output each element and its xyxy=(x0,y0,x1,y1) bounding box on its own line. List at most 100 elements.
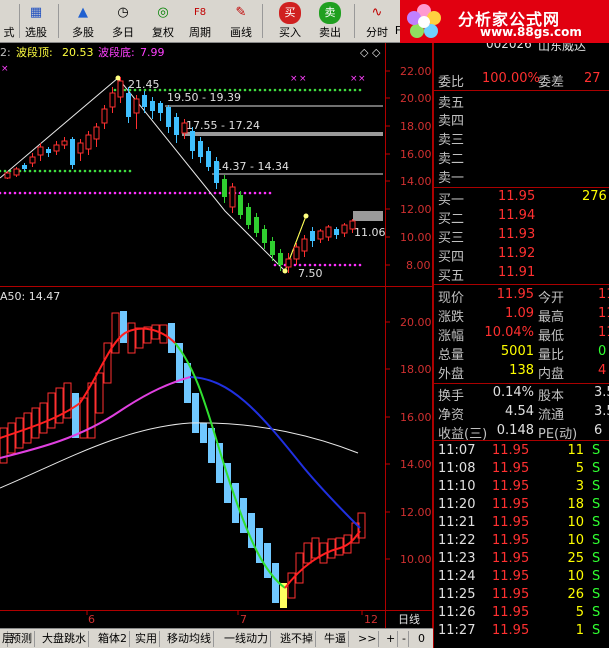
level-dot xyxy=(278,88,282,92)
formula-button[interactable]: 式 xyxy=(0,2,18,40)
level-dot xyxy=(223,88,227,92)
tick-row: 11:20 11.95 18 S xyxy=(434,497,609,515)
restore-rights-button[interactable]: ◎ 复权 xyxy=(146,2,180,40)
period-button[interactable]: F8 周期 xyxy=(186,2,214,40)
level-dot xyxy=(58,169,62,173)
tab-moving-average[interactable]: 移动均线 xyxy=(165,631,214,647)
zigzag-node xyxy=(282,268,288,274)
diamond-icon[interactable]: ◇ xyxy=(360,46,369,59)
tick-row: 11:10 11.95 3 S xyxy=(434,479,609,497)
annotation-7-50: 7.50 xyxy=(298,267,323,280)
level-dot xyxy=(93,191,97,195)
level-dot xyxy=(123,191,127,195)
step-block xyxy=(47,392,56,429)
intraday-button[interactable]: ∿ 分时 xyxy=(362,2,392,40)
candle-body xyxy=(293,246,300,260)
candle-body xyxy=(301,238,308,252)
tab-box2[interactable]: 箱体2 xyxy=(96,631,130,647)
level-dot xyxy=(28,169,32,173)
fundamental-row: 净资 4.54 流通 3.5 xyxy=(434,404,609,423)
tab-layer[interactable]: 层 xyxy=(0,631,13,647)
level-dot xyxy=(23,191,27,195)
level-dot xyxy=(173,88,177,92)
sell-5-row: 卖五 xyxy=(438,96,465,111)
reset-button[interactable]: 0 xyxy=(416,631,427,647)
level-dot xyxy=(93,169,97,173)
flower-logo-icon xyxy=(407,4,441,38)
ma-white-line xyxy=(0,422,359,489)
toolbar: 式 ▦ 选股 ▲ 多股 ◷ 多日 ◎ 复权 F8 周期 ✎ 画线 买买入 卖卖出 ∿ 分时 F… xyxy=(0,0,609,43)
level-dot xyxy=(193,191,197,195)
tick-time: 11:20 xyxy=(438,497,476,512)
tick-volume: 18 xyxy=(567,497,584,512)
level-dot xyxy=(123,169,127,173)
cross-markers: × × × × × xyxy=(1,64,366,84)
tab-practical[interactable]: 实用 xyxy=(133,631,160,647)
period-label[interactable]: 日线 xyxy=(398,612,420,626)
level-dot xyxy=(98,191,102,195)
stock-name: 山东威达 xyxy=(538,43,587,53)
tick-volume: 5 xyxy=(575,461,584,476)
level-dot xyxy=(343,88,347,92)
level-dot xyxy=(148,88,152,92)
level-dot xyxy=(193,88,197,92)
buy-3-row: 买三 11.93 xyxy=(434,227,609,246)
tab-more[interactable]: >> xyxy=(356,631,380,647)
price-tick: 16.00 xyxy=(400,148,432,161)
level-dot xyxy=(268,191,272,195)
tab-market-dive[interactable]: 大盘跳水 xyxy=(40,631,89,647)
level-dot xyxy=(203,88,207,92)
date-tick: 6 xyxy=(88,613,95,626)
mountain-icon: ▲ xyxy=(78,5,88,20)
tick-volume: 10 xyxy=(567,533,584,548)
stat-label: 收益(三) xyxy=(438,427,488,442)
candle-body xyxy=(53,144,60,152)
candle-body xyxy=(101,108,108,124)
multi-stock-button[interactable]: ▲ 多股 xyxy=(66,2,100,40)
tick-volume: 1 xyxy=(575,623,584,638)
candle-body xyxy=(238,195,243,215)
kline-chart[interactable]: 2: 波段顶: 20.53 波段底: 7.99 ◇ ◇ 22.00 20.00 … xyxy=(0,43,433,628)
level-dot xyxy=(348,88,352,92)
zoom-in-button[interactable]: + xyxy=(384,631,399,647)
level-dot xyxy=(173,191,177,195)
draw-line-button[interactable]: ✎ 画线 xyxy=(226,2,256,40)
tick-price: 11.95 xyxy=(492,443,530,458)
tops-value: 20.53 xyxy=(62,46,94,59)
upper-header-prefix: 2: xyxy=(0,46,11,59)
level-dot xyxy=(33,191,37,195)
candle-body xyxy=(285,258,292,268)
multi-day-button[interactable]: ◷ 多日 xyxy=(106,2,140,40)
tab-awesome[interactable]: 牛逼 xyxy=(322,631,349,647)
price-tick: 20.00 xyxy=(400,92,432,105)
level-dot xyxy=(303,263,307,267)
tab-one-line-power[interactable]: 一线动力 xyxy=(222,631,271,647)
price-tick: 8.00 xyxy=(406,259,431,272)
level-dot xyxy=(323,88,327,92)
intraday-chart-icon: ∿ xyxy=(371,5,383,20)
zoom-out-button[interactable]: - xyxy=(400,631,409,647)
candle-body xyxy=(150,101,155,111)
buy-button[interactable]: 买买入 xyxy=(275,2,305,40)
candle-body xyxy=(325,226,332,238)
tick-side: S xyxy=(592,479,601,494)
level-dot xyxy=(243,191,247,195)
stock-select-button[interactable]: ▦ 选股 xyxy=(21,2,51,40)
tick-price: 11.95 xyxy=(492,497,530,512)
tick-row: 11:08 11.95 5 S xyxy=(434,461,609,479)
tab-cant-escape[interactable]: 逃不掉 xyxy=(278,631,316,647)
annotation-17-55: 17.55 - 17.24 xyxy=(186,119,260,132)
level-dot xyxy=(258,191,262,195)
tick-time: 11:23 xyxy=(438,551,476,566)
diamond-icon[interactable]: ◇ xyxy=(372,46,381,59)
order-label: 买一 xyxy=(438,193,465,208)
order-price: 11.95 xyxy=(498,189,536,204)
stat-label: 量比 xyxy=(538,348,565,363)
candle-body xyxy=(85,134,92,150)
level-dot xyxy=(143,191,147,195)
level-dot xyxy=(328,88,332,92)
tab-forecast[interactable]: 预测 xyxy=(8,631,35,647)
sell-button[interactable]: 卖卖出 xyxy=(315,2,345,40)
level-dot xyxy=(298,263,302,267)
level-dot xyxy=(88,169,92,173)
